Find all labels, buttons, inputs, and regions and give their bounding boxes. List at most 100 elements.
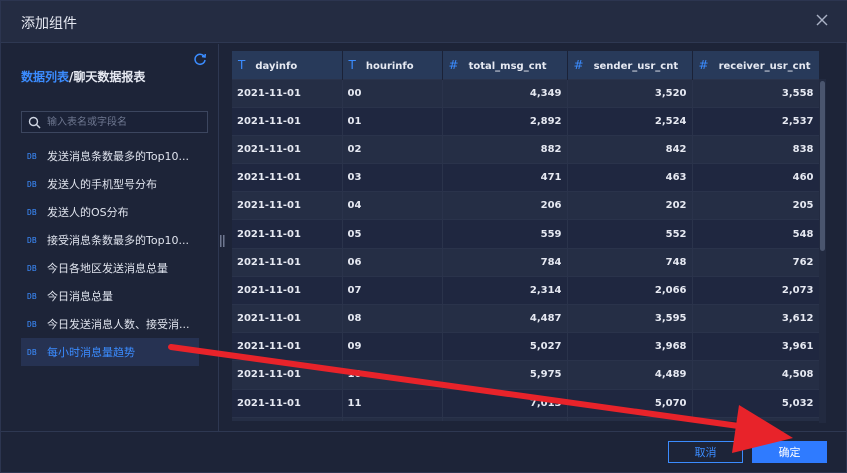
table-cell: 2021-11-01: [232, 303, 343, 333]
table-cell: 2,537: [692, 106, 819, 136]
column-name: sender_usr_cnt: [593, 60, 679, 72]
table-name-label: 今日消息总量: [47, 290, 113, 303]
refresh-icon[interactable]: [193, 52, 207, 66]
column-header[interactable]: Thourinfo: [342, 51, 443, 79]
table-row: 2021-11-0112: [232, 416, 819, 421]
table-list-item[interactable]: DB 每小时消息量趋势: [21, 338, 199, 366]
table-name-label: 发送消息条数最多的Top10...: [47, 150, 190, 163]
text-type-icon: T: [238, 57, 246, 72]
column-header[interactable]: # sender_usr_cnt: [567, 51, 693, 79]
numeric-type-icon: #: [698, 57, 709, 72]
breadcrumb: 数据列表/聊天数据报表: [21, 68, 145, 85]
table-cell: 2021-11-01: [232, 191, 343, 220]
table-row: 2021-11-01 03 471 463 460: [232, 163, 819, 192]
table-list-item[interactable]: DB 接受消息条数最多的Top10...: [21, 226, 199, 254]
db-icon: DB: [27, 179, 37, 189]
table-list-item[interactable]: DB 今日消息总量: [21, 282, 199, 310]
table-cell: 3,968: [567, 332, 693, 361]
table-scrollbar[interactable]: [819, 79, 826, 423]
table-cell: 06: [342, 247, 443, 277]
table-cell: 2,892: [442, 106, 568, 136]
table-cell: 02: [342, 134, 443, 164]
table-cell: 3,595: [567, 303, 693, 333]
table-row: 2021-11-01 10 5,975 4,489 4,508: [232, 360, 819, 390]
table-cell: 2,524: [567, 106, 693, 136]
table-cell: 07: [342, 275, 443, 305]
table-name-label: 今日各地区发送消息总量: [47, 262, 168, 275]
column-header[interactable]: # total_msg_cnt: [442, 51, 568, 79]
table-cell: [692, 416, 819, 421]
table-list-item[interactable]: DB 发送消息条数最多的Top10...: [21, 142, 199, 170]
table-cell: 5,032: [692, 388, 819, 418]
table-cell: 10: [342, 360, 443, 390]
table-cell: 3,612: [692, 303, 819, 333]
table-cell: 2021-11-01: [232, 106, 343, 136]
table-cell: 784: [442, 247, 568, 277]
table-list-item[interactable]: DB 发送人的OS分布: [21, 198, 199, 226]
table-row: 2021-11-01 07 2,314 2,066 2,073: [232, 275, 819, 305]
search-icon: [28, 116, 41, 129]
table-list-item[interactable]: DB 发送人的手机型号分布: [21, 170, 199, 198]
table-cell: 3,961: [692, 332, 819, 361]
table-cell: 552: [567, 219, 693, 249]
table-row: 2021-11-01 05 559 552 548: [232, 219, 819, 249]
db-icon: DB: [27, 347, 37, 357]
numeric-type-icon: #: [448, 57, 459, 72]
table-cell: 548: [692, 219, 819, 249]
column-header[interactable]: Tdayinfo: [232, 51, 343, 79]
table-cell: 882: [442, 134, 568, 164]
table-cell: 2021-11-01: [232, 332, 343, 361]
table-cell: 3,520: [567, 78, 693, 108]
numeric-type-icon: #: [573, 57, 584, 72]
table-cell: 01: [342, 106, 443, 136]
panel-divider: [218, 44, 219, 431]
table-cell: 460: [692, 163, 819, 192]
table-list: DB 发送消息条数最多的Top10... DB 发送人的手机型号分布 DB 发送人的OS分…: [21, 142, 199, 366]
table-cell: 05: [342, 219, 443, 249]
add-component-dialog: 添加组件 数据列表/聊天数据报表 DB 发送消息条数最多的Top10... DB 发送…: [0, 0, 847, 473]
data-preview-table: Tdayinfo Thourinfo # total_msg_cnt # sender_u…: [232, 51, 819, 421]
table-list-panel: 数据列表/聊天数据报表 DB 发送消息条数最多的Top10... DB 发送人的手机型…: [1, 44, 218, 431]
table-cell: 7,013: [442, 388, 568, 418]
table-cell: 04: [342, 191, 443, 220]
table-cell: 5,070: [567, 388, 693, 418]
db-icon: DB: [27, 263, 37, 273]
text-type-icon: T: [348, 57, 356, 72]
table-list-item[interactable]: DB 今日各地区发送消息总量: [21, 254, 199, 282]
column-header[interactable]: # receiver_usr_cnt: [692, 51, 819, 79]
table-cell: 2021-11-01: [232, 275, 343, 305]
table-cell: 2021-11-01: [232, 388, 343, 418]
table-cell: 842: [567, 134, 693, 164]
footer-divider: [1, 431, 847, 432]
table-cell: 2,314: [442, 275, 568, 305]
confirm-button[interactable]: 确定: [752, 441, 827, 463]
table-cell: 5,975: [442, 360, 568, 390]
table-cell: 559: [442, 219, 568, 249]
table-cell: 2021-11-01: [232, 360, 343, 390]
table-cell: 4,349: [442, 78, 568, 108]
table-cell: 471: [442, 163, 568, 192]
column-name: dayinfo: [255, 60, 298, 72]
table-list-item[interactable]: DB 今日发送消息人数、接受消...: [21, 310, 199, 338]
cancel-button[interactable]: 取消: [668, 441, 743, 463]
table-row: 2021-11-01 09 5,027 3,968 3,961: [232, 332, 819, 361]
resize-handle-icon[interactable]: [220, 235, 225, 247]
close-icon[interactable]: [814, 12, 830, 28]
breadcrumb-data-list-link[interactable]: 数据列表: [21, 70, 69, 84]
db-icon: DB: [27, 291, 37, 301]
table-cell: 202: [567, 191, 693, 220]
table-cell: 5,027: [442, 332, 568, 361]
table-header-row: Tdayinfo Thourinfo # total_msg_cnt # sender_u…: [232, 51, 819, 79]
table-cell: 4,508: [692, 360, 819, 390]
search-input[interactable]: [47, 114, 205, 130]
table-cell: [567, 416, 693, 421]
table-cell: 2,066: [567, 275, 693, 305]
dialog-title: 添加组件: [21, 16, 77, 32]
table-cell: 2021-11-01: [232, 219, 343, 249]
db-icon: DB: [27, 319, 37, 329]
table-name-label: 发送人的OS分布: [47, 206, 129, 219]
table-name-label: 发送人的手机型号分布: [47, 178, 157, 191]
scrollbar-thumb[interactable]: [820, 81, 825, 251]
table-cell: 11: [342, 388, 443, 418]
table-row: 2021-11-01 11 7,013 5,070 5,032: [232, 388, 819, 418]
